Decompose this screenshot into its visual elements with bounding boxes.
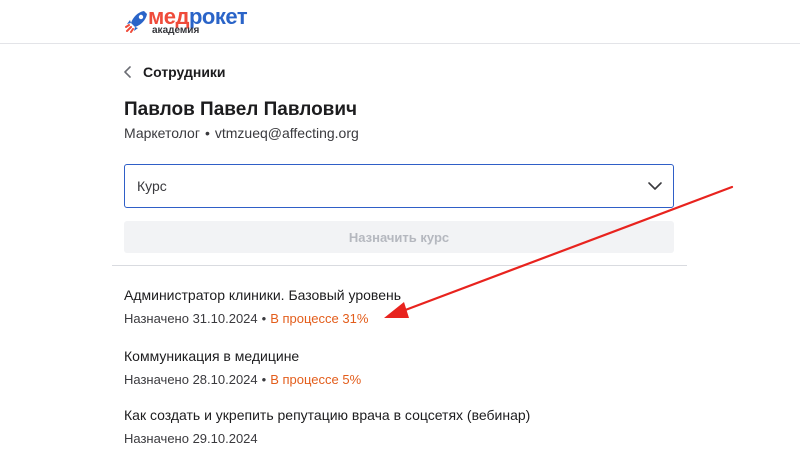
employee-name: Павлов Павел Павлович: [124, 99, 358, 120]
course-assigned-date: Назначено 29.10.2024: [124, 431, 258, 446]
info-separator: •: [261, 372, 267, 387]
course-title: Как создать и укрепить репутацию врача в…: [124, 407, 531, 423]
course-info: Назначено 28.10.2024 • В процессе 5%: [124, 372, 361, 387]
employee-role: Маркетолог: [124, 125, 200, 141]
course-item[interactable]: Коммуникация в медицине Назначено 28.10.…: [124, 348, 361, 387]
employee-email: vtmzueq@affecting.org: [214, 125, 359, 141]
employee-meta: Маркетолог • vtmzueq@affecting.org: [124, 125, 359, 141]
course-assigned-date: Назначено 31.10.2024: [124, 311, 258, 326]
course-assigned-date: Назначено 28.10.2024: [124, 372, 258, 387]
course-status: В процессе 5%: [270, 372, 362, 387]
rocket-icon: [125, 11, 147, 33]
logo-subtitle: академия: [152, 25, 200, 36]
course-info: Назначено 31.10.2024 • В процессе 31%: [124, 311, 401, 326]
assign-course-button[interactable]: Назначить курс: [124, 221, 674, 253]
course-item[interactable]: Как создать и укрепить репутацию врача в…: [124, 407, 530, 446]
back-link-label: Сотрудники: [143, 64, 226, 80]
course-info: Назначено 29.10.2024: [124, 431, 530, 446]
meta-separator: •: [204, 125, 210, 141]
course-title: Администратор клиники. Базовый уровень: [124, 287, 402, 303]
course-select[interactable]: Курс: [124, 164, 674, 208]
info-separator: •: [261, 311, 267, 326]
course-title: Коммуникация в медицине: [124, 348, 300, 364]
chevron-down-icon: [648, 182, 662, 190]
chevron-left-icon: [124, 66, 131, 78]
divider: [112, 265, 687, 266]
top-bar: медрокет академия: [0, 0, 800, 44]
course-select-value: Курс: [137, 178, 167, 194]
course-status: В процессе 31%: [270, 311, 369, 326]
back-to-employees-link[interactable]: Сотрудники: [122, 62, 226, 82]
course-item[interactable]: Администратор клиники. Базовый уровень Н…: [124, 287, 401, 326]
